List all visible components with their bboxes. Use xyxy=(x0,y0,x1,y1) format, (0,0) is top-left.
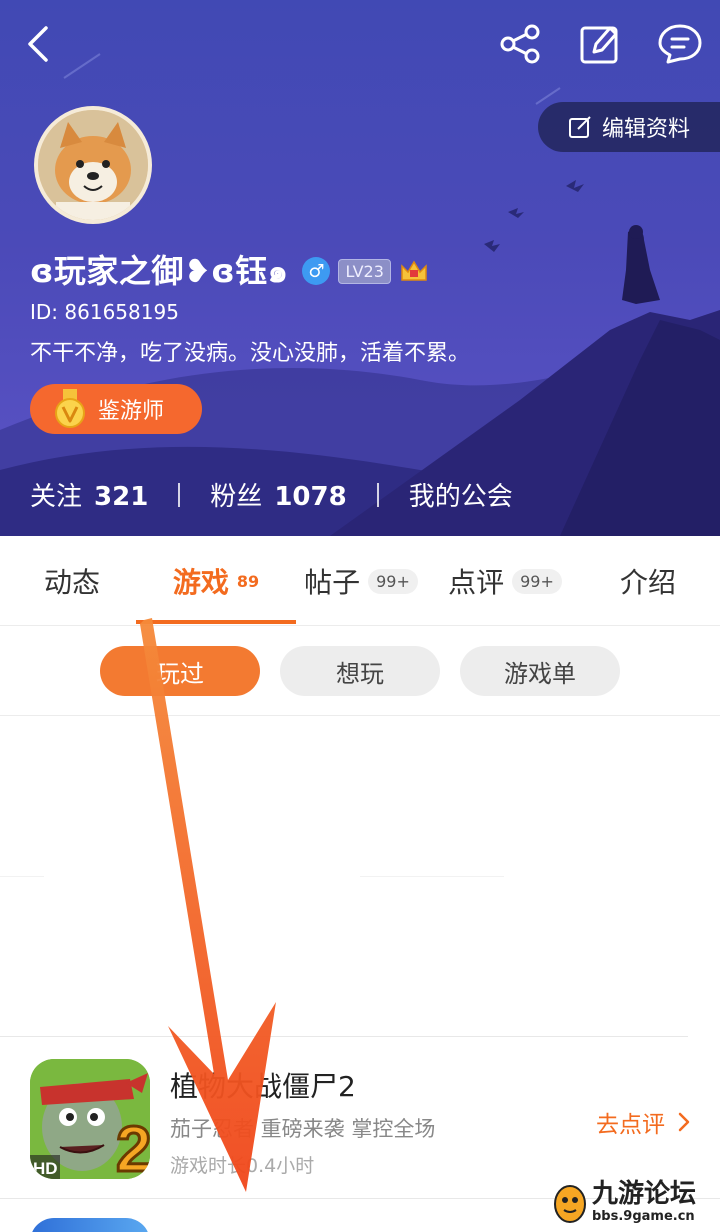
game-filters: 玩过 想玩 游戏单 xyxy=(0,626,720,716)
watermark-name: 九游论坛 xyxy=(592,1178,697,1209)
tab-posts[interactable]: 帖子 99+ xyxy=(296,536,426,626)
crown-icon xyxy=(401,260,427,281)
edit-profile-button[interactable]: 编辑资料 xyxy=(538,102,720,152)
username: ɞ玩家之御❥ɞ钰๑ xyxy=(30,251,289,290)
tab-label: 帖子 xyxy=(304,566,361,599)
message-button[interactable] xyxy=(652,18,708,70)
profile-stats: 关注 321 粉丝 1078 我的公会 xyxy=(30,476,513,513)
mascot-logo-icon xyxy=(554,1185,586,1223)
my-guild-link[interactable]: 我的公会 xyxy=(409,476,513,513)
fans-count: 1078 xyxy=(274,482,347,512)
fans-label: 粉丝 xyxy=(210,482,263,512)
site-watermark: 九游论坛 bbs.9game.cn xyxy=(552,1172,718,1230)
following-count: 321 xyxy=(94,482,149,512)
edit-icon xyxy=(580,26,618,64)
game-icon-number: 2 xyxy=(116,1113,150,1179)
tab-count: 89 xyxy=(236,571,260,591)
filter-game-list[interactable]: 游戏单 xyxy=(460,646,620,696)
faint-divider xyxy=(0,876,44,877)
game-playtime: 游戏时长0.4小时 xyxy=(170,1155,315,1177)
back-button[interactable] xyxy=(14,18,62,70)
tab-label: 介绍 xyxy=(619,566,676,599)
chevron-right-icon xyxy=(678,1112,690,1132)
tab-intro[interactable]: 介绍 xyxy=(590,536,706,626)
edit-profile-label: 编辑资料 xyxy=(602,117,691,142)
medal-icon xyxy=(55,389,85,428)
go-review-label: 去点评 xyxy=(596,1112,665,1138)
game-icon-hd-badge: HD xyxy=(33,1159,58,1178)
next-game-icon[interactable] xyxy=(30,1218,150,1232)
back-icon xyxy=(28,26,48,62)
edit-profile-icon xyxy=(568,115,592,139)
user-bio: 不干不净，吃了没病。没心没肺，活着不累。 xyxy=(30,341,471,366)
watermark-url: bbs.9game.cn xyxy=(592,1208,695,1224)
tab-dynamic[interactable]: 动态 xyxy=(0,536,144,626)
message-icon xyxy=(658,24,702,64)
tab-count: 99+ xyxy=(368,568,418,594)
user-id: ID: 861658195 xyxy=(30,300,179,324)
tab-label: 动态 xyxy=(43,566,100,599)
game-title[interactable]: 植物大战僵尸2 xyxy=(170,1065,356,1105)
share-icon xyxy=(500,24,540,64)
username-row: ɞ玩家之御❥ɞ钰๑ ♂ LV23 xyxy=(30,248,429,294)
tab-games[interactable]: 游戏 89 xyxy=(136,536,296,626)
stats-divider xyxy=(178,482,181,507)
filter-played[interactable]: 玩过 xyxy=(100,646,260,696)
badge-label: 鉴游师 xyxy=(98,399,165,424)
gender-male-icon: ♂ xyxy=(302,257,331,285)
post-button[interactable] xyxy=(574,18,626,70)
tab-count: 99+ xyxy=(512,568,562,594)
profile-header: 编辑资料 ɞ玩家之御❥ɞ钰๑ ♂ LV23 ID: 861658195 不干不净… xyxy=(0,0,720,536)
fans-stat[interactable]: 粉丝 1078 xyxy=(210,476,346,513)
level-badge: LV23 xyxy=(338,258,391,284)
tab-label: 点评 xyxy=(448,566,505,599)
avatar[interactable] xyxy=(34,106,152,224)
tab-reviews[interactable]: 点评 99+ xyxy=(440,536,570,626)
shiba-avatar-image xyxy=(38,110,148,220)
game-icon-pvz2[interactable]: 2 HD xyxy=(30,1059,150,1179)
tab-label: 游戏 xyxy=(172,566,229,599)
zombie-game-art: 2 HD xyxy=(30,1059,150,1179)
following-stat[interactable]: 关注 321 xyxy=(30,476,148,513)
share-button[interactable] xyxy=(494,18,546,70)
go-review-button[interactable]: 去点评 xyxy=(596,1105,691,1139)
faint-divider xyxy=(360,876,504,877)
active-tab-indicator xyxy=(136,620,296,624)
reviewer-badge[interactable]: 鉴游师 xyxy=(30,384,202,434)
filter-want-to-play[interactable]: 想玩 xyxy=(280,646,440,696)
stats-divider xyxy=(376,482,379,507)
profile-tabs: 动态 游戏 89 帖子 99+ 点评 99+ 介绍 xyxy=(0,536,720,626)
following-label: 关注 xyxy=(30,482,83,512)
game-tags: 茄子忍者 重磅来袭 掌控全场 xyxy=(170,1117,436,1141)
